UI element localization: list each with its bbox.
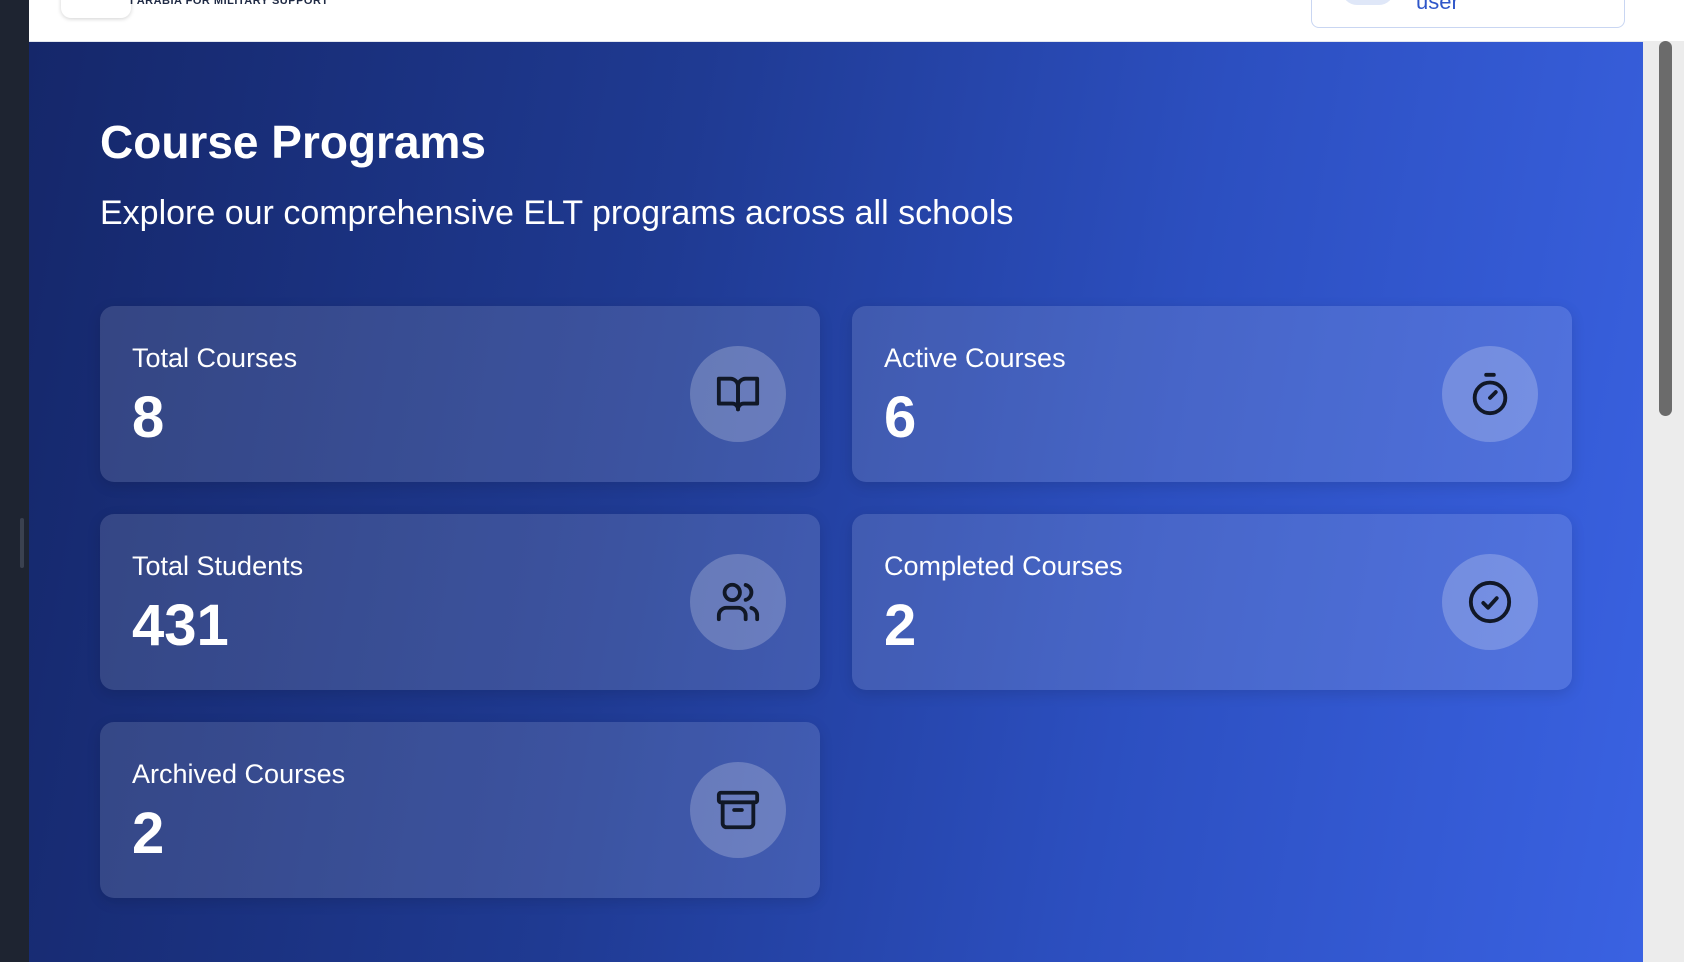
vertical-scrollbar[interactable] bbox=[1643, 41, 1684, 962]
stat-card-total-students: Total Students 431 bbox=[100, 514, 820, 690]
logo[interactable] bbox=[61, 0, 131, 18]
stat-label: Active Courses bbox=[884, 343, 1066, 373]
stat-value: 2 bbox=[884, 593, 917, 658]
stat-card-completed-courses: Completed Courses 2 bbox=[852, 514, 1572, 690]
hero-section: Course Programs Explore our comprehensiv… bbox=[29, 42, 1643, 962]
stat-label: Total Courses bbox=[132, 343, 298, 373]
stat-label: Total Students bbox=[132, 551, 304, 581]
app-frame: I ARABIA FOR MILITARY SUPPORT user Cours… bbox=[29, 0, 1684, 962]
stat-label: Archived Courses bbox=[132, 759, 346, 789]
top-navbar: I ARABIA FOR MILITARY SUPPORT user bbox=[29, 0, 1684, 42]
page-subtitle: Explore our comprehensive ELT programs a… bbox=[100, 194, 1014, 232]
stat-value: 431 bbox=[132, 593, 229, 658]
stopwatch-icon bbox=[1442, 346, 1538, 442]
stat-value: 6 bbox=[884, 385, 917, 450]
users-icon bbox=[690, 554, 786, 650]
stat-card-active-courses: Active Courses 6 bbox=[852, 306, 1572, 482]
user-menu-button[interactable]: user bbox=[1311, 0, 1625, 28]
book-open-icon bbox=[690, 346, 786, 442]
stat-value: 8 bbox=[132, 385, 165, 450]
stat-label: Completed Courses bbox=[884, 551, 1123, 581]
page-title: Course Programs bbox=[100, 116, 487, 168]
left-rail bbox=[0, 0, 29, 962]
scrollbar-thumb[interactable] bbox=[1659, 41, 1672, 416]
user-name: user bbox=[1416, 0, 1459, 14]
stat-card-total-courses: Total Courses 8 bbox=[100, 306, 820, 482]
avatar bbox=[1342, 0, 1394, 5]
organization-name: I ARABIA FOR MILITARY SUPPORT bbox=[130, 0, 329, 7]
check-circle-icon bbox=[1442, 554, 1538, 650]
stat-value: 2 bbox=[132, 801, 165, 866]
archive-icon bbox=[690, 762, 786, 858]
stat-card-archived-courses: Archived Courses 2 bbox=[100, 722, 820, 898]
resize-handle[interactable] bbox=[20, 518, 24, 568]
